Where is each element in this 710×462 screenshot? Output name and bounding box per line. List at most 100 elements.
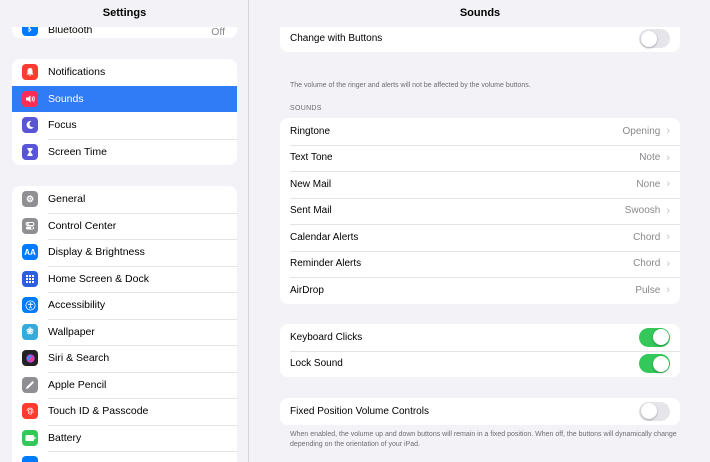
gear-icon: ⚙	[22, 191, 38, 207]
row-value: None	[636, 178, 661, 190]
chevron-right-icon: ›	[666, 231, 670, 244]
sidebar-item-label: Touch ID & Passcode	[48, 405, 149, 418]
sounds-group: Ringtone Opening › Text Tone Note › New Mail…	[280, 118, 680, 304]
sidebar-item-display-brightness[interactable]: AA Display & Brightness	[12, 239, 237, 266]
sidebar-item-label: Notifications	[48, 66, 106, 79]
grid-icon	[22, 270, 38, 287]
clicks-group: Keyboard Clicks Lock Sound	[280, 324, 680, 377]
hourglass-icon	[22, 143, 38, 160]
sound-row-reminder-alerts[interactable]: Reminder Alerts Chord ›	[280, 250, 680, 278]
row-value: Opening	[622, 125, 661, 137]
row-label: New Mail	[290, 178, 332, 190]
row-label: Ringtone	[290, 125, 331, 137]
sound-row-text-tone[interactable]: Text Tone Note ›	[280, 144, 680, 172]
fingerprint-icon	[22, 403, 38, 419]
sidebar-group-1: Notifications Sounds Focus Screen Time	[12, 59, 237, 165]
sidebar-item-control-center[interactable]: Control Center	[12, 212, 237, 240]
sidebar-item-screen-time[interactable]: Screen Time	[12, 138, 237, 166]
sidebar-item-partial[interactable]	[12, 451, 237, 462]
toggle-knob	[652, 355, 669, 372]
sidebar-item-focus[interactable]: Focus	[12, 112, 237, 139]
change-with-buttons-toggle[interactable]	[639, 29, 670, 48]
flower-icon: ❀	[22, 323, 38, 340]
hand-icon	[22, 456, 38, 462]
keyboard-clicks-toggle[interactable]	[639, 327, 670, 347]
sidebar-item-notifications[interactable]: Notifications	[12, 59, 237, 86]
sidebar: Settings ᛒ Bluetooth Off Notifications S…	[0, 0, 249, 462]
sound-row-airdrop[interactable]: AirDrop Pulse ›	[280, 277, 680, 304]
fixed-volume-caption: When enabled, the volume up and down but…	[290, 431, 677, 448]
battery-icon	[22, 429, 38, 446]
row-label: Calendar Alerts	[290, 231, 359, 243]
row-value: Chord	[633, 231, 661, 243]
sidebar-item-apple-pencil[interactable]: Apple Pencil	[12, 371, 237, 399]
pencil-icon	[22, 376, 38, 393]
sidebar-item-label: General	[48, 193, 86, 206]
sidebar-item-label: Screen Time	[48, 145, 107, 158]
sidebar-item-label: Battery	[48, 431, 82, 444]
row-value: Note	[639, 152, 661, 164]
sidebar-item-touch-id-passcode[interactable]: Touch ID & Passcode	[12, 398, 237, 425]
fixed-volume-group: Fixed Position Volume Controls	[280, 398, 680, 425]
moon-icon	[22, 117, 38, 133]
toggle-knob	[652, 329, 669, 346]
sidebar-group-2: ⚙ General Control Center AA Display & Br…	[12, 186, 237, 462]
volume-caption: The volume of the ringer and alerts will…	[290, 82, 531, 89]
sidebar-title: Settings	[0, 0, 248, 27]
sidebar-item-label: Wallpaper	[48, 325, 95, 338]
lock-sound-label: Lock Sound	[290, 358, 343, 370]
bell-icon	[22, 64, 38, 80]
sounds-pane: Sounds Change with Buttons The volume of…	[250, 0, 710, 462]
sidebar-item-siri-search[interactable]: Siri & Search	[12, 345, 237, 372]
sound-row-ringtone[interactable]: Ringtone Opening ›	[280, 118, 680, 145]
toggle-knob	[640, 30, 657, 47]
fixed-volume-toggle[interactable]	[639, 401, 670, 421]
row-label: Text Tone	[290, 152, 333, 164]
sound-row-sent-mail[interactable]: Sent Mail Swoosh ›	[280, 197, 680, 225]
chevron-right-icon: ›	[666, 178, 670, 191]
change-with-buttons-label: Change with Buttons	[290, 33, 383, 44]
chevron-right-icon: ›	[666, 151, 670, 164]
speaker-icon	[22, 90, 38, 107]
sidebar-item-label: Accessibility	[48, 299, 106, 312]
keyboard-clicks-label: Keyboard Clicks	[290, 331, 363, 343]
change-with-buttons-row: Change with Buttons	[280, 25, 680, 52]
row-label: AirDrop	[290, 284, 324, 296]
sidebar-item-accessibility[interactable]: Accessibility	[12, 292, 237, 319]
sidebar-item-battery[interactable]: Battery	[12, 424, 237, 452]
sidebar-item-label: Display & Brightness	[48, 246, 145, 259]
keyboard-clicks-row: Keyboard Clicks	[280, 324, 680, 351]
switches-icon	[22, 217, 38, 234]
sidebar-item-general[interactable]: ⚙ General	[12, 186, 237, 213]
sidebar-item-label: Siri & Search	[48, 352, 110, 365]
siri-icon	[22, 350, 38, 366]
chevron-right-icon: ›	[666, 125, 670, 138]
page-title: Sounds	[250, 0, 710, 27]
lock-sound-toggle[interactable]	[639, 354, 670, 374]
sounds-section-header: SOUNDS	[290, 105, 322, 112]
sidebar-item-label: Apple Pencil	[48, 378, 107, 391]
lock-sound-row: Lock Sound	[280, 350, 680, 378]
row-label: Sent Mail	[290, 205, 332, 217]
sidebar-item-wallpaper[interactable]: ❀ Wallpaper	[12, 318, 237, 346]
sidebar-item-sounds[interactable]: Sounds	[12, 85, 237, 112]
fixed-volume-row: Fixed Position Volume Controls	[280, 398, 680, 425]
sidebar-item-label: Focus	[48, 119, 77, 132]
chevron-right-icon: ›	[666, 257, 670, 270]
sidebar-item-label: Control Center	[48, 219, 117, 232]
row-value: Pulse	[635, 284, 661, 296]
sound-row-new-mail[interactable]: New Mail None ›	[280, 171, 680, 198]
aa-icon: AA	[22, 244, 38, 260]
sidebar-item-label: Home Screen & Dock	[48, 272, 149, 285]
sound-row-calendar-alerts[interactable]: Calendar Alerts Chord ›	[280, 224, 680, 251]
row-value: Swoosh	[624, 205, 661, 217]
row-label: Reminder Alerts	[290, 258, 362, 270]
sidebar-item-label: Sounds	[48, 92, 84, 105]
fixed-volume-label: Fixed Position Volume Controls	[290, 405, 429, 417]
row-value: Chord	[633, 258, 661, 270]
chevron-right-icon: ›	[666, 284, 670, 297]
accessibility-icon	[22, 297, 38, 313]
toggle-knob	[640, 403, 657, 420]
sidebar-item-home-screen-dock[interactable]: Home Screen & Dock	[12, 265, 237, 293]
sidebar-item-value: Off	[211, 26, 225, 38]
